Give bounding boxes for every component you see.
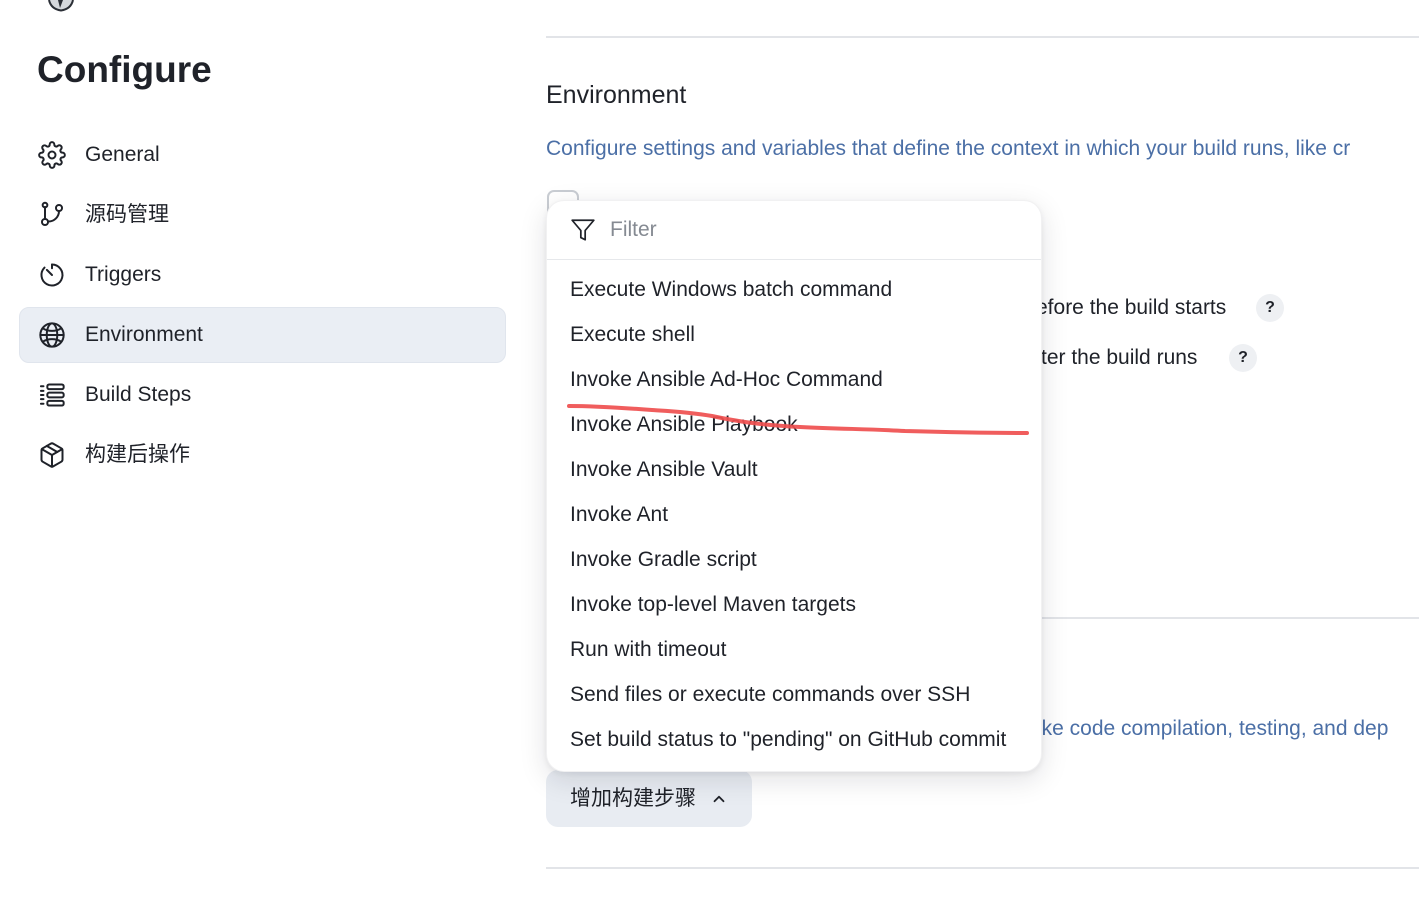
menu-item[interactable]: Send files or execute commands over SSH xyxy=(547,672,1041,717)
sidebar-item-triggers[interactable]: Triggers xyxy=(19,247,506,303)
dropdown-menu-list: Execute Windows batch command Execute sh… xyxy=(547,260,1041,762)
add-build-step-button[interactable]: 增加构建步骤 xyxy=(546,770,752,827)
globe-icon xyxy=(38,321,66,349)
gear-icon xyxy=(38,141,66,169)
environment-section-description: Configure settings and variables that de… xyxy=(546,137,1351,160)
package-icon xyxy=(38,441,66,469)
list-icon xyxy=(38,381,66,409)
menu-item[interactable]: Invoke Gradle script xyxy=(547,537,1041,582)
git-branch-icon xyxy=(38,201,66,229)
help-button[interactable]: ? xyxy=(1229,344,1257,372)
menu-item[interactable]: Invoke Ansible Playbook xyxy=(547,402,1041,447)
menu-item[interactable]: Invoke Ansible Ad-Hoc Command xyxy=(547,357,1041,402)
add-build-step-dropdown: Execute Windows batch command Execute sh… xyxy=(546,200,1042,772)
sidebar-item-label: 构建后操作 xyxy=(85,443,190,466)
sidebar-item-label: 源码管理 xyxy=(85,203,169,226)
menu-item[interactable]: Invoke Ant xyxy=(547,492,1041,537)
sidebar-item-label: General xyxy=(85,143,160,166)
build-steps-section-description: ike code compilation, testing, and dep xyxy=(1037,717,1389,740)
sidebar-item-source-control[interactable]: 源码管理 xyxy=(19,187,506,243)
sidebar-item-environment[interactable]: Environment xyxy=(19,307,506,363)
menu-item[interactable]: Invoke top-level Maven targets xyxy=(547,582,1041,627)
filter-icon xyxy=(570,217,596,243)
menu-item[interactable]: Execute Windows batch command xyxy=(547,267,1041,312)
menu-item[interactable]: Execute shell xyxy=(547,312,1041,357)
dropdown-filter-row xyxy=(547,201,1041,260)
section-divider xyxy=(546,867,1419,869)
help-button[interactable]: ? xyxy=(1256,294,1284,322)
sidebar-item-post-build[interactable]: 构建后操作 xyxy=(19,427,506,483)
environment-option-row: ter the build runs ? xyxy=(1041,344,1257,372)
chevron-up-icon xyxy=(710,790,728,808)
sidebar-item-label: Build Steps xyxy=(85,383,192,406)
add-build-step-label: 增加构建步骤 xyxy=(570,786,696,810)
environment-option-row: efore the build starts ? xyxy=(1036,294,1284,322)
environment-section-title: Environment xyxy=(546,81,687,109)
page-title: Configure xyxy=(37,49,212,90)
sidebar-item-build-steps[interactable]: Build Steps xyxy=(19,367,506,423)
sidebar-item-label: Environment xyxy=(85,323,203,346)
section-divider xyxy=(546,36,1419,38)
sidebar-nav: General 源码管理 Triggers Environment Build … xyxy=(19,127,506,487)
sidebar-item-label: Triggers xyxy=(85,263,162,286)
sidebar-item-general[interactable]: General xyxy=(19,127,506,183)
menu-item[interactable]: Run with timeout xyxy=(547,627,1041,672)
dropdown-filter-input[interactable] xyxy=(610,218,990,242)
option-label: efore the build starts xyxy=(1036,296,1227,319)
option-label: ter the build runs xyxy=(1041,346,1198,369)
menu-item[interactable]: Set build status to "pending" on GitHub … xyxy=(547,717,1041,762)
menu-item[interactable]: Invoke Ansible Vault xyxy=(547,447,1041,492)
jenkins-logo-icon[interactable] xyxy=(44,0,78,12)
timer-icon xyxy=(38,261,66,289)
